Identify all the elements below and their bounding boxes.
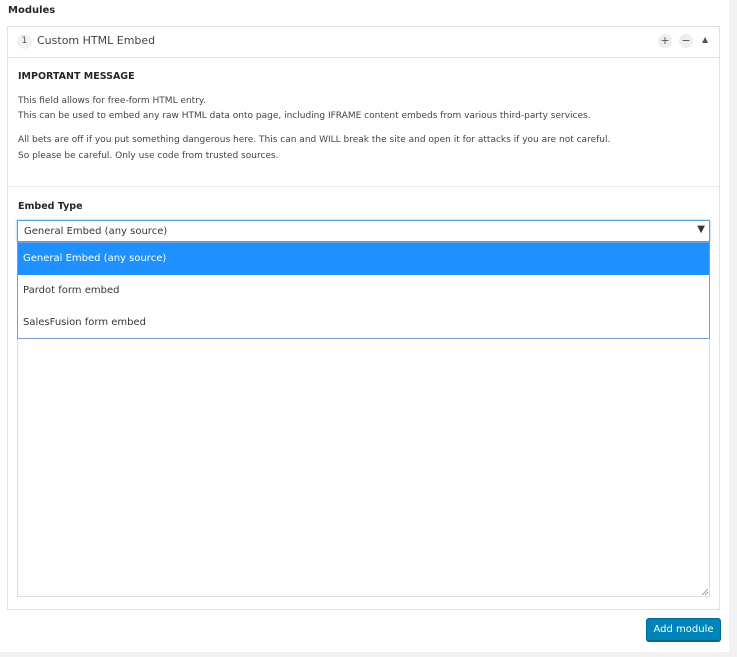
collapse-arrow-icon[interactable]: ▲ (702, 35, 708, 44)
embed-type-select[interactable]: General Embed (any source) ▼ (17, 220, 710, 242)
section-divider (8, 186, 719, 187)
embed-type-label: Embed Type (18, 201, 83, 212)
module-number-badge: 1 (17, 34, 32, 49)
important-message-heading: IMPORTANT MESSAGE (18, 71, 135, 82)
modules-heading: Modules (8, 5, 56, 16)
message-line-3: All bets are off if you put something da… (18, 135, 611, 145)
plus-icon[interactable]: + (658, 34, 672, 48)
embed-option-general[interactable]: General Embed (any source) (18, 243, 709, 275)
embed-option-pardot[interactable]: Pardot form embed (18, 275, 709, 307)
resize-grip-icon[interactable] (701, 588, 708, 595)
modules-panel: Modules 1 Custom HTML Embed + − ▲ IMPORT… (0, 0, 729, 652)
message-line-4: So please be careful. Only use code from… (18, 151, 279, 161)
embed-option-salesfusion[interactable]: SalesFusion form embed (18, 307, 709, 339)
minus-icon[interactable]: − (679, 34, 693, 48)
module-header[interactable]: 1 Custom HTML Embed + − ▲ (8, 27, 719, 58)
dropdown-arrow-icon[interactable]: ▼ (697, 224, 705, 235)
message-line-2: This can be used to embed any raw HTML d… (18, 111, 591, 121)
embed-type-dropdown-list: General Embed (any source) Pardot form e… (17, 242, 710, 339)
module-title: Custom HTML Embed (37, 34, 156, 47)
add-module-button[interactable]: Add module (646, 618, 721, 641)
message-line-1: This field allows for free-form HTML ent… (18, 96, 206, 106)
embed-type-selected-value: General Embed (any source) (24, 226, 168, 237)
module-card: 1 Custom HTML Embed + − ▲ IMPORTANT MESS… (7, 26, 720, 610)
